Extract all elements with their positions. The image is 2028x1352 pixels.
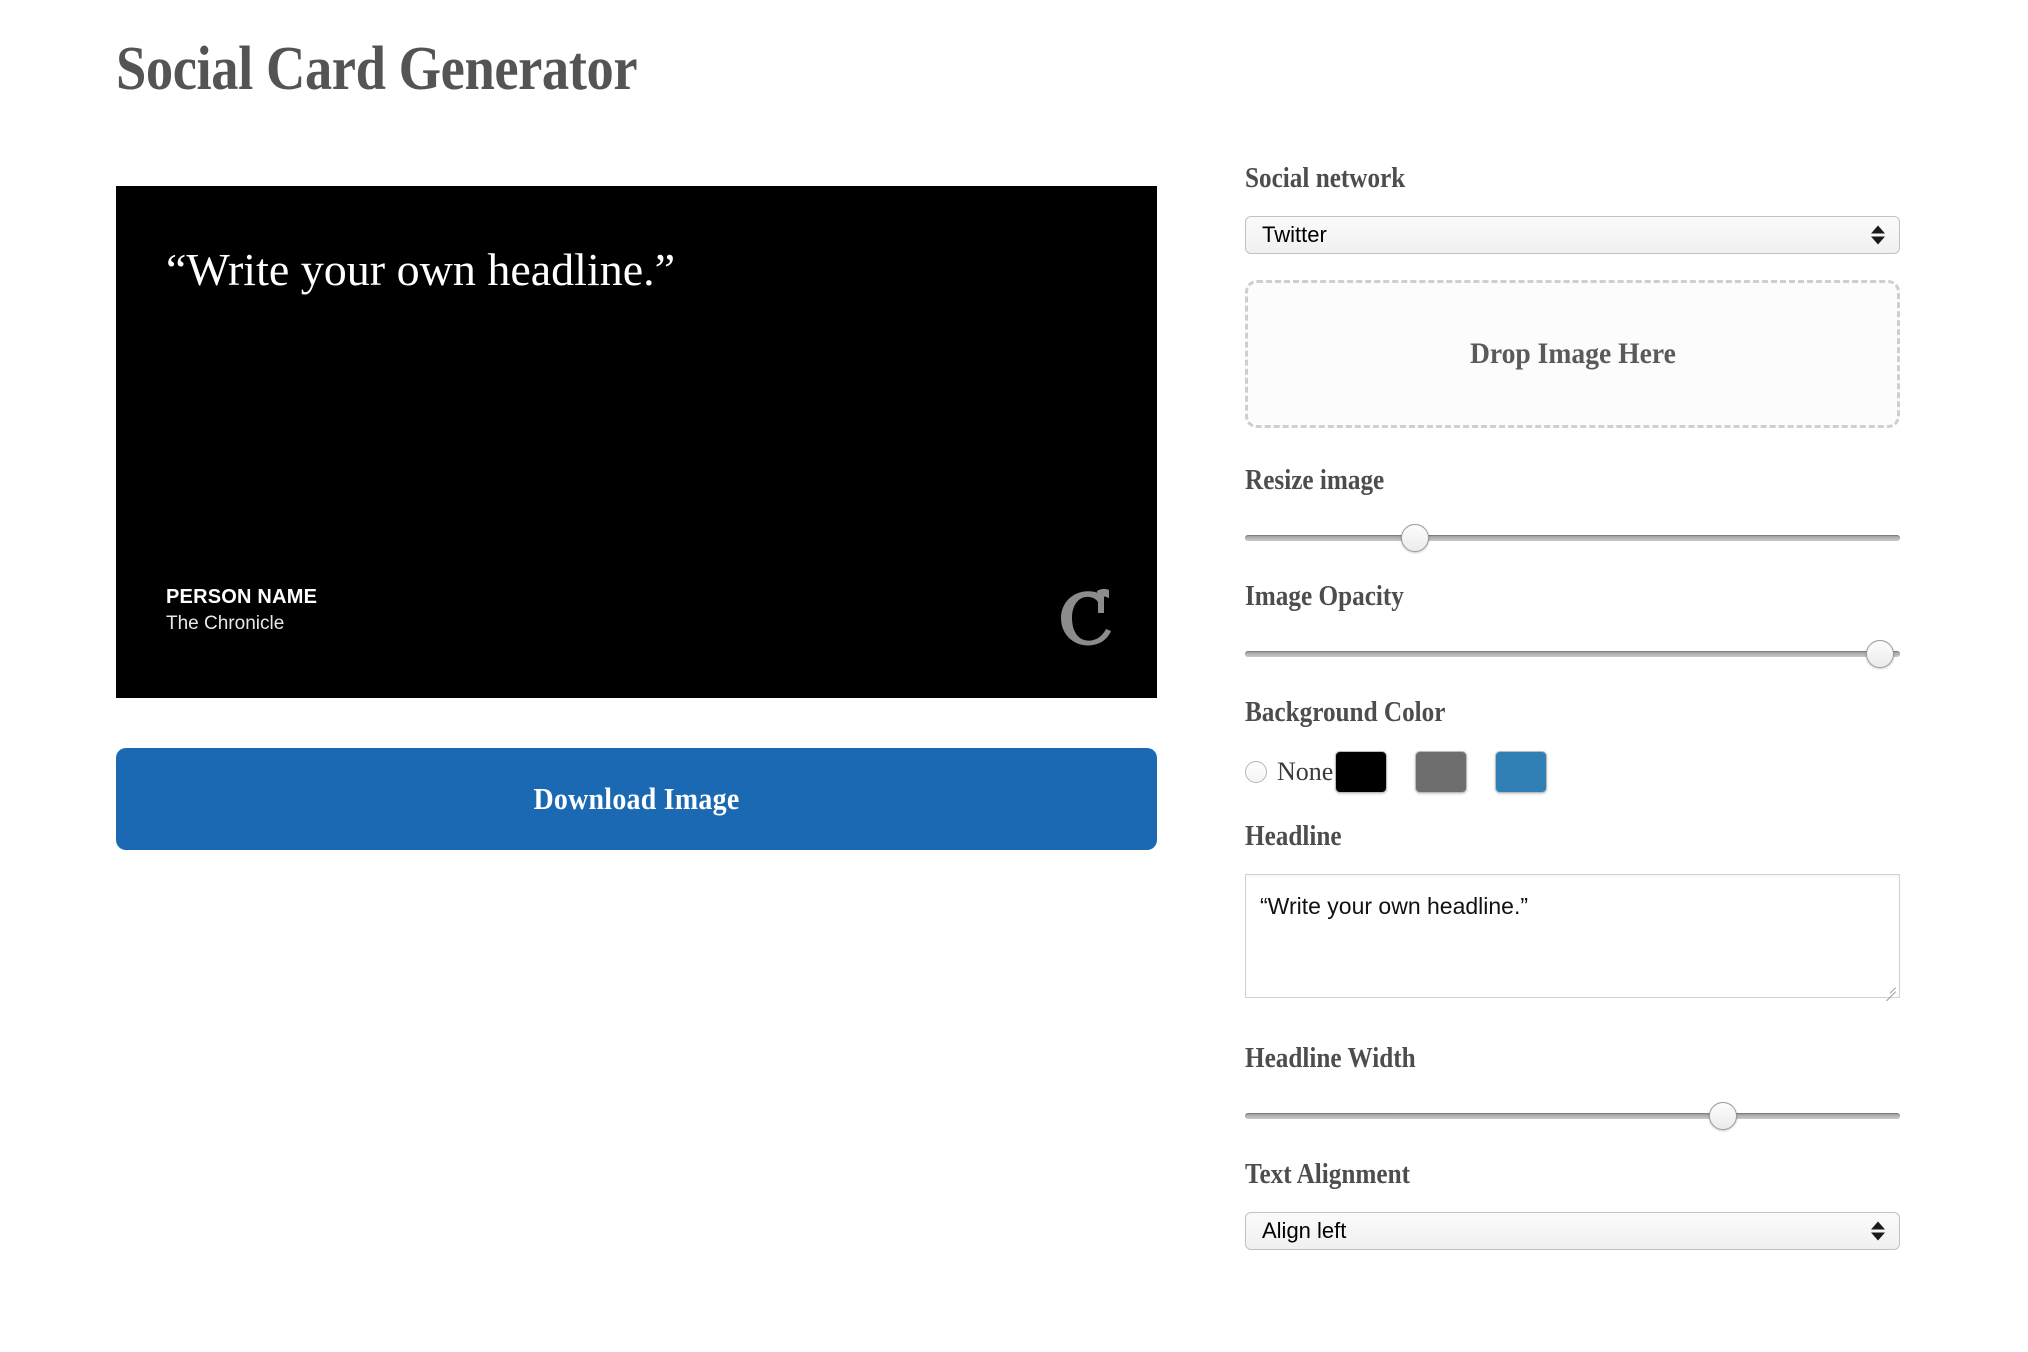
download-image-label: Download Image <box>533 781 739 817</box>
background-swatch-black[interactable] <box>1335 751 1387 793</box>
preview-person-name: PERSON NAME <box>166 585 317 610</box>
resize-image-label: Resize image <box>1245 464 1835 498</box>
text-alignment-value: Align left <box>1246 1218 1346 1244</box>
controls-panel: Social network Twitter Drop Image Here R… <box>1245 162 1900 1250</box>
headline-width-slider-track <box>1245 1113 1900 1119</box>
image-dropzone[interactable]: Drop Image Here <box>1245 280 1900 428</box>
preview-headline: “Write your own headline.” <box>166 242 886 298</box>
chevron-up-icon <box>1871 1222 1885 1230</box>
chevron-down-icon <box>1871 1233 1885 1241</box>
background-color-options: None <box>1245 750 1900 794</box>
background-swatch-gray[interactable] <box>1415 751 1467 793</box>
card-preview-column: “Write your own headline.” PERSON NAME T… <box>116 186 1157 698</box>
image-opacity-label: Image Opacity <box>1245 580 1835 614</box>
resize-grip-icon[interactable] <box>1882 980 1896 994</box>
social-network-select[interactable]: Twitter <box>1245 216 1900 254</box>
social-card-generator-page: Social Card Generator “Write your own he… <box>0 0 2028 1352</box>
download-image-button[interactable]: Download Image <box>116 748 1157 850</box>
background-swatch-blue[interactable] <box>1495 751 1547 793</box>
page-title: Social Card Generator <box>116 33 637 105</box>
image-opacity-slider[interactable] <box>1245 640 1900 670</box>
image-dropzone-label: Drop Image Here <box>1470 337 1676 371</box>
social-card-preview: “Write your own headline.” PERSON NAME T… <box>116 186 1157 698</box>
field-text-alignment: Text Alignment Align left <box>1245 1158 1900 1250</box>
image-opacity-slider-track <box>1245 651 1900 657</box>
stepper-arrows-icon <box>1871 226 1885 245</box>
image-opacity-slider-thumb[interactable] <box>1866 640 1894 668</box>
social-network-value: Twitter <box>1246 222 1327 248</box>
headline-width-label: Headline Width <box>1245 1042 1835 1076</box>
field-resize-image: Resize image <box>1245 464 1900 554</box>
text-alignment-select[interactable]: Align left <box>1245 1212 1900 1250</box>
chevron-down-icon <box>1871 237 1885 245</box>
background-color-label: Background Color <box>1245 696 1835 730</box>
preview-byline: PERSON NAME The Chronicle <box>166 585 317 636</box>
headline-width-slider[interactable] <box>1245 1102 1900 1132</box>
field-headline: Headline “Write your own headline.” <box>1245 820 1900 998</box>
background-none-label: None <box>1277 757 1333 787</box>
resize-image-slider-thumb[interactable] <box>1401 524 1429 552</box>
headline-textarea-value: “Write your own headline.” <box>1246 875 1899 937</box>
field-headline-width: Headline Width <box>1245 1042 1900 1132</box>
chronicle-c-logo-icon <box>1053 584 1115 650</box>
social-network-label: Social network <box>1245 162 1835 196</box>
text-alignment-label: Text Alignment <box>1245 1158 1835 1192</box>
field-social-network: Social network Twitter <box>1245 162 1900 254</box>
field-background-color: Background Color None <box>1245 696 1900 794</box>
resize-image-slider-track <box>1245 535 1900 541</box>
field-image-opacity: Image Opacity <box>1245 580 1900 670</box>
headline-label: Headline <box>1245 820 1835 854</box>
resize-image-slider[interactable] <box>1245 524 1900 554</box>
background-none-radio[interactable] <box>1245 761 1267 783</box>
chevron-up-icon <box>1871 226 1885 234</box>
stepper-arrows-icon <box>1871 1222 1885 1241</box>
preview-organization: The Chronicle <box>166 612 317 636</box>
headline-textarea[interactable]: “Write your own headline.” <box>1245 874 1900 998</box>
headline-width-slider-thumb[interactable] <box>1709 1102 1737 1130</box>
